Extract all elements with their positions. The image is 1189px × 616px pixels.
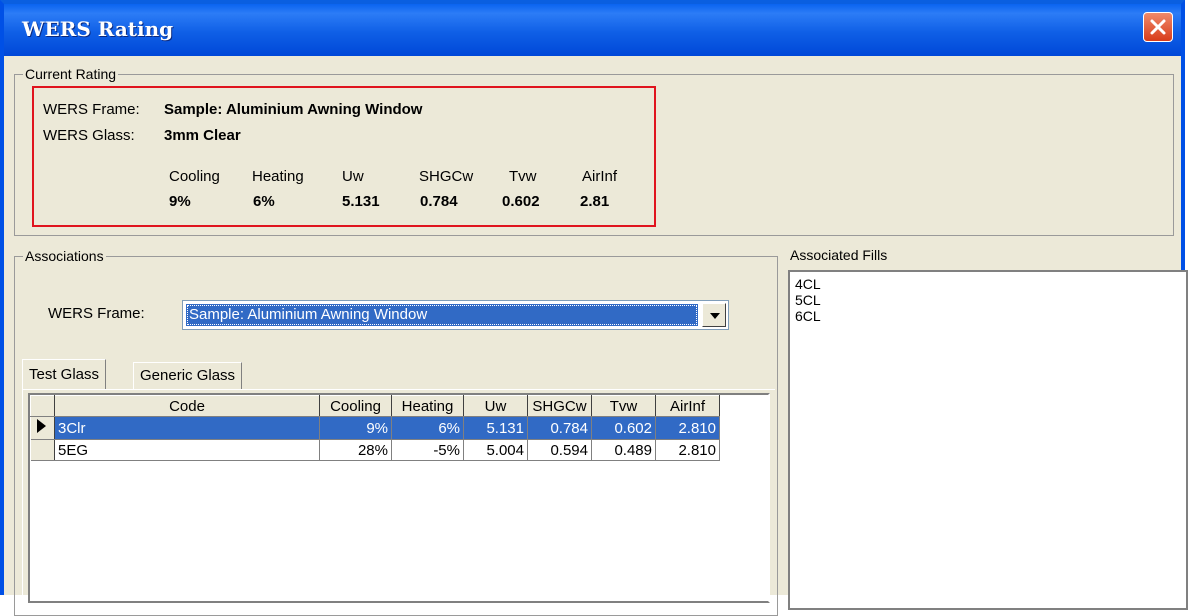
current-frame-label: WERS Frame: (43, 101, 140, 118)
grid-header-indicator (30, 395, 55, 417)
row-indicator[interactable] (30, 439, 55, 461)
metric-cooling-label: Cooling (169, 168, 220, 185)
metric-uw-value: 5.131 (342, 193, 380, 210)
cell-tvw[interactable]: 0.489 (591, 439, 656, 461)
cell-code[interactable]: 5EG (54, 439, 320, 461)
association-frame-label: WERS Frame: (48, 305, 145, 322)
metric-airinf-value: 2.81 (580, 193, 610, 210)
grid-header-uw[interactable]: Uw (463, 395, 528, 417)
cell-code[interactable]: 3Clr (54, 416, 320, 440)
metric-uw-label: Uw (342, 168, 364, 185)
current-glass-value: 3mm Clear (164, 127, 241, 144)
cell-uw[interactable]: 5.004 (463, 439, 528, 461)
cell-shgcw[interactable]: 0.594 (527, 439, 592, 461)
grid-header-airinf[interactable]: AirInf (655, 395, 720, 417)
grid-header-cooling[interactable]: Cooling (319, 395, 392, 417)
list-item[interactable]: 4CL (790, 272, 1186, 292)
row-indicator[interactable] (30, 416, 55, 440)
cell-cooling[interactable]: 28% (319, 439, 392, 461)
associated-fills-legend: Associated Fills (788, 246, 890, 264)
cell-airinf[interactable]: 2.810 (655, 439, 720, 461)
wers-rating-window: WERS Rating Current Rating WERS Frame: S… (0, 0, 1188, 616)
cell-airinf[interactable]: 2.810 (655, 416, 720, 440)
cell-cooling[interactable]: 9% (319, 416, 392, 440)
tab-generic-glass[interactable]: Generic Glass (133, 362, 243, 390)
metric-tvw-value: 0.602 (502, 193, 540, 210)
tab-generic-glass-label: Generic Glass (140, 367, 236, 384)
grid-header-row: Code Cooling Heating Uw SHGCw Tvw AirInf (30, 395, 720, 417)
grid-header-heating[interactable]: Heating (391, 395, 464, 417)
window-title: WERS Rating (22, 17, 174, 41)
close-icon (1150, 19, 1166, 35)
metric-heating-value: 6% (253, 193, 275, 210)
grid-header-tvw[interactable]: Tvw (591, 395, 656, 417)
grid-header-code[interactable]: Code (54, 395, 320, 417)
tab-test-glass[interactable]: Test Glass (22, 359, 107, 390)
metric-tvw-label: Tvw (509, 168, 537, 185)
cell-uw[interactable]: 5.131 (463, 416, 528, 440)
metric-shgcw-value: 0.784 (420, 193, 458, 210)
frame-select[interactable]: Sample: Aluminium Awning Window (182, 300, 729, 330)
associated-fills-list[interactable]: 4CL 5CL 6CL (788, 270, 1188, 610)
list-item[interactable]: 6CL (790, 308, 1186, 324)
grid-header-shgcw[interactable]: SHGCw (527, 395, 592, 417)
list-item[interactable]: 5CL (790, 292, 1186, 308)
title-bar[interactable]: WERS Rating (4, 4, 1181, 56)
table-row[interactable]: 5EG 28% -5% 5.004 0.594 0.489 2.810 (30, 439, 720, 461)
test-glass-table: Code Cooling Heating Uw SHGCw Tvw AirInf (30, 395, 720, 461)
cell-tvw[interactable]: 0.602 (591, 416, 656, 440)
current-rating-legend: Current Rating (23, 65, 119, 83)
cell-heating[interactable]: 6% (391, 416, 464, 440)
metric-airinf-label: AirInf (582, 168, 618, 185)
current-glass-label: WERS Glass: (43, 127, 135, 144)
current-frame-value: Sample: Aluminium Awning Window (164, 101, 423, 118)
test-glass-grid[interactable]: Code Cooling Heating Uw SHGCw Tvw AirInf (28, 393, 770, 603)
close-button[interactable] (1143, 12, 1173, 42)
row-pointer-icon (36, 419, 46, 433)
associations-legend: Associations (23, 247, 106, 265)
cell-heating[interactable]: -5% (391, 439, 464, 461)
metric-heating-label: Heating (252, 168, 304, 185)
metric-shgcw-label: SHGCw (419, 168, 474, 185)
chevron-down-icon (710, 313, 720, 319)
frame-select-value: Sample: Aluminium Awning Window (186, 304, 698, 326)
table-row[interactable]: 3Clr 9% 6% 5.131 0.784 0.602 2.810 (30, 416, 720, 440)
metric-cooling-value: 9% (169, 193, 191, 210)
tab-test-glass-label: Test Glass (29, 366, 100, 383)
frame-select-dropdown-button[interactable] (702, 303, 726, 327)
cell-shgcw[interactable]: 0.784 (527, 416, 592, 440)
